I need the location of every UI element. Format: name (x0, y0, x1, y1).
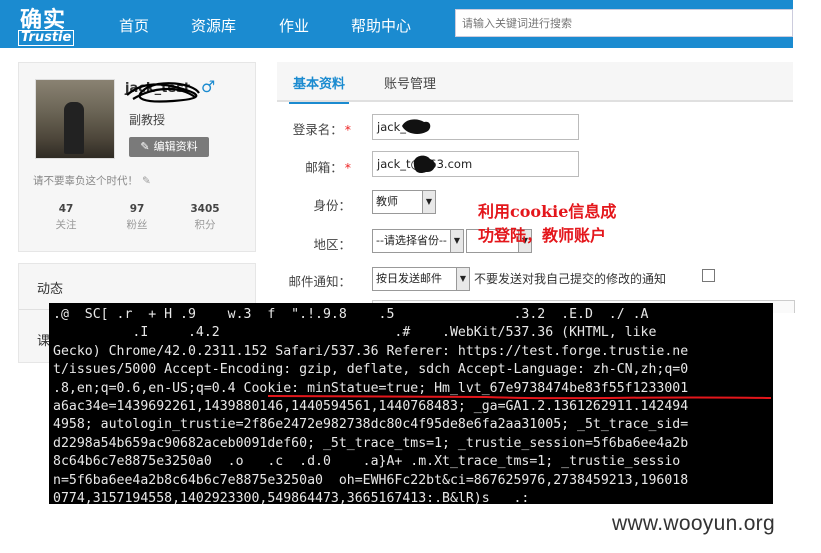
tab-basic-info[interactable]: 基本资料 (288, 73, 350, 104)
nav-resources[interactable]: 资源库 (191, 15, 236, 36)
province-select[interactable]: --请选择省份-- ▼ (372, 229, 464, 253)
settings-tabs: 基本资料 账号管理 (277, 62, 793, 104)
terminal-line: .I .4.2 .# .WebKit/537.36 (KHTML, like (53, 325, 657, 341)
notify-checkbox[interactable] (702, 269, 715, 282)
logo-english-text: Trustie (18, 30, 75, 46)
notify-option-text: 不要发送对我自己提交的修改的通知 (474, 272, 667, 286)
avatar-person-silhouette (64, 102, 84, 154)
edit-profile-button[interactable]: ✎ 编辑资料 (129, 137, 209, 157)
stat-followers-label: 粉丝 (126, 219, 148, 231)
pencil-icon: ✎ (140, 140, 150, 153)
sidebar-item-activity[interactable]: 动态 (37, 278, 63, 297)
top-navigation-bar: 确实 Trustie 首页 资源库 作业 帮助中心 (0, 0, 793, 48)
nav-help-center[interactable]: 帮助中心 (351, 15, 411, 36)
annotation-text: 利用cookie信息成 功登陆，教师账户 (478, 200, 616, 248)
email-notify-label: 邮件通知： (288, 274, 351, 289)
identity-label: 身份： (313, 198, 351, 213)
search-input[interactable] (455, 9, 793, 37)
stat-following[interactable]: 47 关注 (41, 203, 91, 232)
male-gender-icon: ♂ (201, 77, 216, 96)
profile-role: 副教授 (129, 113, 166, 127)
terminal-line: 4958; autologin_trustie=2f86e2472e982738… (53, 417, 689, 433)
edit-motto-icon[interactable]: ✎ (142, 175, 151, 187)
cookie-underline (267, 395, 772, 400)
chevron-down-icon: ▼ (456, 268, 469, 290)
redaction-blot-login (402, 119, 431, 134)
province-select-value: --请选择省份-- (376, 234, 447, 247)
email-field[interactable]: jack_t@163.com (372, 151, 579, 177)
terminal-line: Gecko) Chrome/42.0.2311.152 Safari/537.3… (53, 343, 689, 359)
terminal-line: 0774,3157194558,1402923300,549864473,366… (53, 490, 530, 504)
region-label: 地区： (313, 237, 351, 252)
email-label: 邮箱： * (281, 157, 351, 176)
identity-select-value: 教师 (376, 195, 398, 208)
terminal-line: n=5f6ba6ee4a2b8c64b6c7e8875e3250a0 oh=EW… (53, 472, 689, 488)
motto-text: 请不要辜负这个时代！ (33, 175, 138, 187)
terminal-line: 8c64b6c7e8875e3250a0 .o .c .d.0 .a}A+ .m… (53, 454, 681, 470)
terminal-line: t/issues/5000 Accept-Encoding: gzip, def… (53, 362, 689, 378)
annotation-line-1: 利用cookie信息成 (478, 202, 617, 221)
chevron-down-icon: ▼ (422, 191, 435, 213)
stat-following-label: 关注 (55, 219, 77, 231)
stat-points[interactable]: 3405 积分 (180, 203, 230, 232)
required-mark: * (344, 122, 351, 137)
tab-account-management[interactable]: 账号管理 (384, 73, 436, 92)
login-name-label-text: 登录名： (292, 122, 343, 137)
nav-homework[interactable]: 作业 (279, 15, 309, 36)
login-name-label: 登录名： * (281, 119, 351, 138)
trustie-logo[interactable]: 确实 Trustie (18, 2, 75, 46)
stat-followers[interactable]: 97 粉丝 (112, 203, 162, 232)
email-label-text: 邮箱： (305, 160, 343, 175)
stat-points-count: 3405 (190, 203, 220, 215)
edit-profile-label: 编辑资料 (153, 140, 198, 153)
profile-motto: 请不要辜负这个时代！ ✎ (33, 173, 151, 188)
annotation-line-2: 功登陆，教师账户 (478, 226, 607, 245)
avatar[interactable] (35, 79, 115, 159)
email-notify-select[interactable]: 按日发送邮件 ▼ (372, 267, 470, 291)
required-mark: * (344, 160, 351, 175)
terminal-line: .@ SC[ .r + H .9 w.3 f ".!.9.8 .5 .3.2 .… (53, 307, 649, 322)
email-notify-select-value: 按日发送邮件 (376, 272, 442, 285)
terminal-line: d2298a54b659ac90682aceb0091def60; _5t_tr… (53, 435, 689, 451)
watermark: www.wooyun.org (612, 512, 775, 535)
chevron-down-icon: ▼ (450, 230, 463, 252)
stat-points-label: 积分 (194, 219, 216, 231)
redaction-blot-email (413, 155, 435, 174)
identity-select[interactable]: 教师 ▼ (372, 190, 436, 214)
profile-card: jack_test ♂ 副教授 ✎ 编辑资料 请不要辜负这个时代！ ✎ 47 关注 … (18, 62, 256, 252)
redaction-scribble (126, 82, 200, 103)
nav-home[interactable]: 首页 (119, 15, 149, 36)
stat-followers-count: 97 (129, 203, 145, 215)
stat-following-count: 47 (58, 203, 74, 215)
